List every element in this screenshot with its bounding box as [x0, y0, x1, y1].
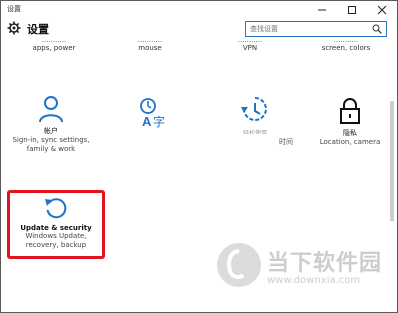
tile-ease-of-access[interactable]: 轻松使用: [207, 95, 303, 134]
title-bar[interactable]: 设置: [1, 1, 397, 18]
tile-desc: recovery, backup: [25, 241, 87, 249]
tile-devices-partial[interactable]: ........... mouse: [105, 40, 195, 53]
svg-text:字: 字: [153, 114, 165, 129]
watermark-logo-icon: [217, 243, 261, 287]
tile-desc: Location, camera: [319, 138, 381, 146]
tile-label-cut: 轻松使用: [242, 130, 267, 134]
scrollbar-thumb[interactable]: [390, 101, 394, 221]
tile-desc: VPN: [242, 44, 258, 52]
gear-icon: [7, 21, 21, 35]
tile-title: 帐户: [44, 127, 58, 135]
tile-title: Update & security: [20, 224, 92, 232]
tile-update-security[interactable]: Update & security Windows Update, recove…: [9, 195, 103, 250]
page-title: 设置: [27, 23, 49, 36]
settings-header: 设置: [1, 18, 397, 40]
maximize-icon: [348, 5, 356, 14]
tile-desc: screen, colors: [321, 44, 371, 52]
tile-desc: mouse: [138, 44, 162, 52]
close-button[interactable]: [367, 1, 397, 18]
window-title: 设置: [7, 5, 21, 13]
person-icon: [39, 96, 63, 123]
maximize-button[interactable]: [337, 1, 367, 18]
svg-text:A: A: [142, 114, 152, 129]
vertical-scrollbar[interactable]: [389, 41, 395, 311]
tile-time-language[interactable]: A 字: [105, 97, 201, 129]
window-controls: [307, 1, 397, 18]
tile-title: 隐私: [343, 129, 357, 137]
time-fragment: 时间: [279, 138, 293, 146]
lock-icon: [340, 98, 360, 124]
sync-icon: [45, 198, 67, 219]
time-language-icon: A 字: [140, 98, 165, 129]
watermark-url: www.downxia.com: [267, 275, 361, 286]
search-icon[interactable]: [372, 24, 382, 34]
minimize-button[interactable]: [307, 1, 337, 18]
tile-network-partial[interactable]: ........... VPN: [205, 40, 295, 53]
tile-desc: apps, power: [32, 44, 76, 52]
settings-window: 设置 设置 查找设置 ........... apps, power .....…: [0, 0, 398, 313]
tile-desc: family & work: [26, 145, 76, 153]
partial-tiles-row: ........... apps, power ........... mous…: [1, 40, 397, 60]
tile-desc: Sign-in, sync settings,: [12, 136, 90, 144]
tile-personalization-partial[interactable]: ........... screen, colors: [301, 40, 391, 53]
watermark-text: 当下软件园: [267, 251, 383, 276]
search-input[interactable]: [250, 22, 362, 36]
tile-accounts[interactable]: 帐户 Sign-in, sync settings, family & work: [3, 95, 99, 154]
search-box[interactable]: [245, 21, 387, 37]
ease-of-access-icon: [241, 97, 267, 121]
watermark: 当下软件园 www.downxia.com: [217, 241, 387, 309]
tile-privacy[interactable]: 隐私 Location, camera: [303, 97, 397, 147]
minimize-icon: [318, 9, 326, 10]
tile-desc: Windows Update,: [25, 232, 87, 240]
tile-system-partial[interactable]: ........... apps, power: [9, 40, 99, 53]
close-icon: [377, 5, 387, 14]
